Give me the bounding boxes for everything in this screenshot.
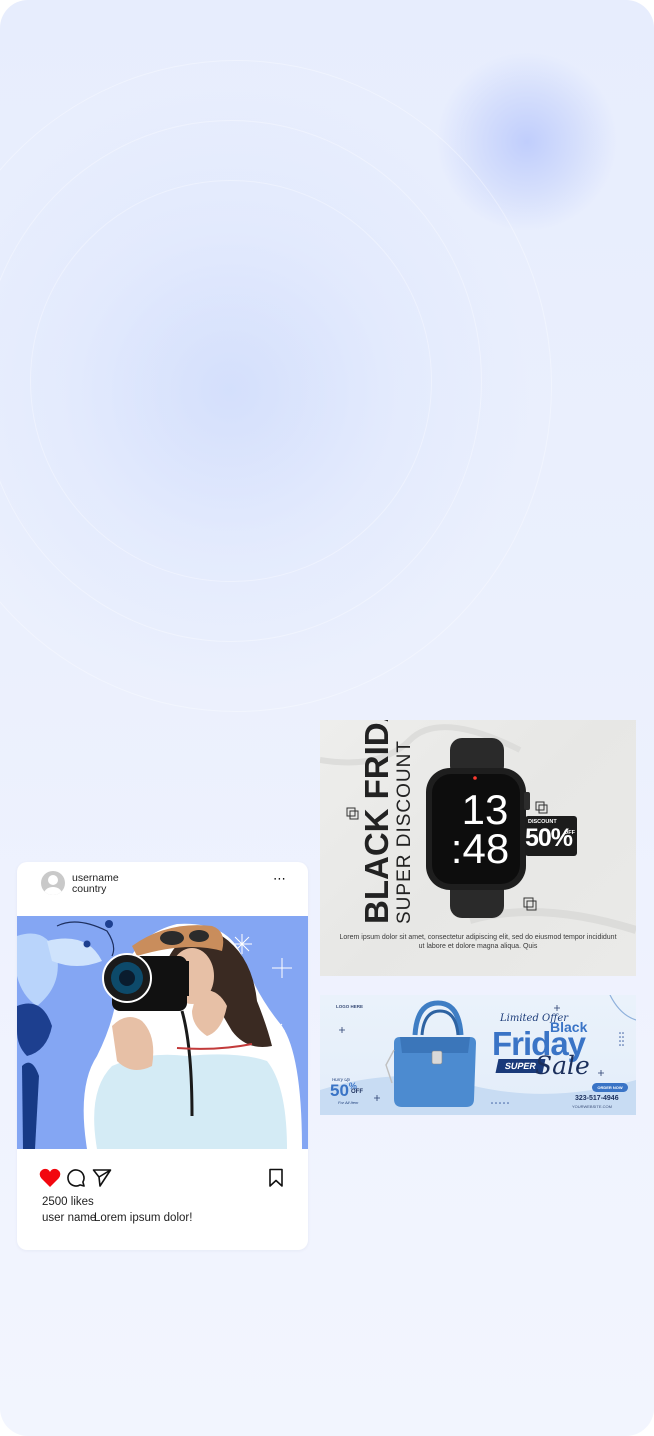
post-photo: [17, 916, 308, 1149]
more-options-icon[interactable]: ⋯: [273, 871, 286, 887]
watch-ad-headline: BLACK FRIDAY SUPER DISCOUNT: [358, 720, 415, 924]
super-discount-text: SUPER DISCOUNT: [394, 740, 415, 924]
avatar[interactable]: [41, 871, 65, 895]
percent-off: OFF: [351, 1089, 363, 1095]
phone-number: 323-517-4946: [575, 1095, 619, 1102]
caption-username[interactable]: user name: [42, 1212, 96, 1224]
post-actions: [17, 1168, 308, 1190]
bag-ad-logo: LOGO HERE: [336, 1004, 364, 1009]
watch-minutes: :48: [451, 825, 509, 872]
bg-ring: [0, 60, 552, 712]
page-canvas: username country ⋯ 2500 likes user name …: [0, 0, 654, 1436]
discount-value: 50%: [525, 824, 573, 852]
sale-text: Sale: [535, 1051, 590, 1080]
caption-text: Lorem ipsum dolor!: [94, 1212, 193, 1224]
discount-badge: DISCOUNT 50% OFF: [525, 816, 577, 856]
watch-ad-image: 13 :48 BLACK FRIDAY SUPER DISCOUNT DISCO…: [320, 720, 636, 976]
instagram-post-card: username country ⋯ 2500 likes user name …: [17, 862, 308, 1250]
post-header: username country ⋯: [17, 862, 308, 916]
black-friday-text: BLACK FRIDAY: [358, 720, 395, 924]
website-text: YOURWEBSITE.COM: [572, 1104, 612, 1109]
order-now-button[interactable]: ORDER NOW: [592, 1083, 628, 1092]
bookmark-icon[interactable]: [268, 1168, 284, 1188]
percent-number: 50: [330, 1081, 349, 1100]
post-location: country: [72, 883, 107, 895]
share-icon[interactable]: [92, 1168, 112, 1188]
bag-ad-image: LOGO HERE Limited Offer Black Friday SUP…: [320, 995, 636, 1115]
comment-icon[interactable]: [66, 1168, 86, 1188]
heart-icon[interactable]: [39, 1168, 61, 1188]
likes-count: 2500 likes: [42, 1196, 94, 1208]
discount-off: OFF: [564, 830, 575, 836]
watch-ad-body: Lorem ipsum dolor sit amet, consectetur …: [339, 934, 617, 950]
for-all-text: For All Item: [338, 1100, 359, 1105]
